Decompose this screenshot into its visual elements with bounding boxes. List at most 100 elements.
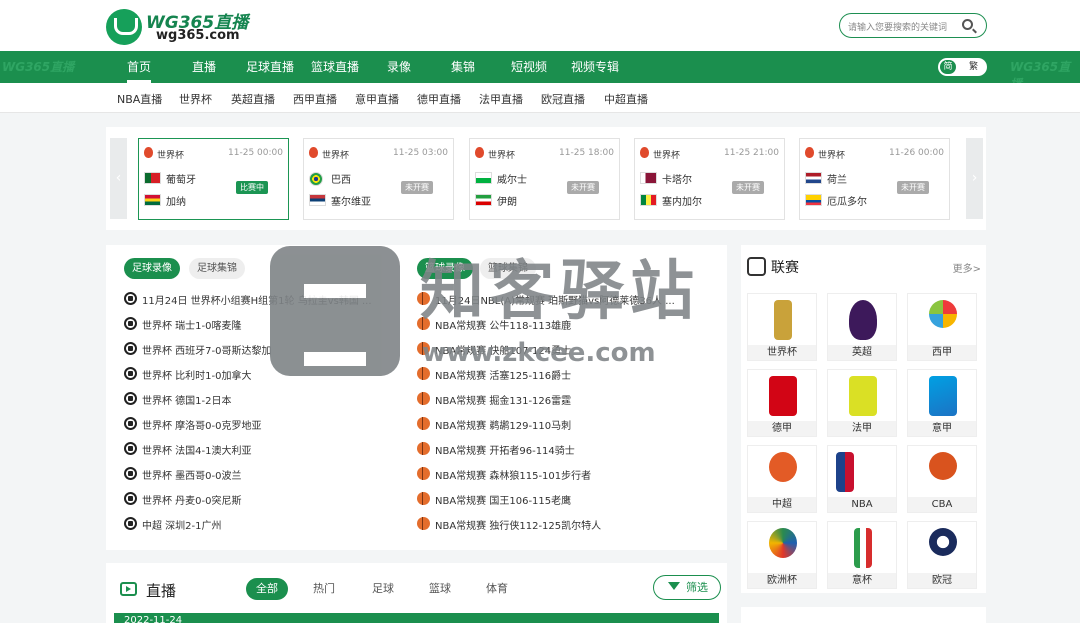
tab-hot[interactable]: 热门 [313,578,335,600]
tab-sports[interactable]: 体育 [486,578,508,600]
serbia-flag-icon [309,194,326,206]
league-cba[interactable]: CBA [907,445,977,513]
subnav-item[interactable]: 法甲直播 [479,91,523,107]
list-item[interactable]: 世界杯 德国1-2日本 [124,391,384,407]
wales-flag-icon [475,172,492,184]
csl-icon [769,452,797,482]
list-item[interactable]: 世界杯 法国4-1澳大利亚 [124,441,384,457]
tab-football-highlights[interactable]: 足球集锦 [189,258,245,279]
nav-home[interactable]: 首页 [127,51,152,83]
search-input[interactable]: 请输入您要搜索的关键词 [848,20,947,33]
league-laliga[interactable]: 西甲 [907,293,977,361]
tab-football[interactable]: 足球 [372,578,394,600]
football-icon [124,492,137,505]
away-team: 塞内加尔 [662,197,702,208]
subnav-item[interactable]: 德甲直播 [417,91,461,107]
match-league: 世界杯 [818,151,846,161]
list-item[interactable]: NBA常规赛 森林狼115-101步行者 [417,466,677,482]
match-card[interactable]: 世界杯 11-25 03:00 巴西 塞尔维亚 未开赛 [303,138,454,220]
league-coppa-italia[interactable]: 意杯 [827,521,897,589]
qatar-flag-icon [640,172,657,184]
match-league: 世界杯 [653,151,681,161]
match-card[interactable]: 世界杯 11-26 00:00 荷兰 厄瓜多尔 未开赛 [799,138,950,220]
home-team: 葡萄牙 [166,175,196,186]
search-box[interactable]: 请输入您要搜索的关键词 [839,13,987,38]
subnav-item[interactable]: 意甲直播 [355,91,399,107]
tab-football-replays[interactable]: 足球录像 [124,258,180,279]
lang-simplified[interactable]: 简 [940,60,956,74]
list-item[interactable]: NBA常规赛 活塞125-116爵士 [417,366,677,382]
match-carousel: ‹ › 世界杯 11-25 00:00 葡萄牙 加纳 比赛中 世界杯 11-25… [106,127,986,230]
ecuador-flag-icon [805,194,822,206]
filter-icon [668,582,680,590]
nav-highlights[interactable]: 集锦 [451,51,475,83]
list-item[interactable]: 世界杯 墨西哥0-0波兰 [124,466,384,482]
nba-icon [836,452,854,492]
subnav-item[interactable]: 世界杯 [179,91,212,107]
lang-traditional[interactable]: 繁 [969,60,978,74]
home-team: 荷兰 [827,175,847,186]
league-bundesliga[interactable]: 德甲 [747,369,817,437]
match-status-badge: 未开赛 [401,181,433,194]
nav-replays[interactable]: 录像 [387,51,411,83]
main-nav: WG365直播 WG365直播 首页 直播 足球直播 篮球直播 录像 集锦 短视… [0,51,1080,91]
iran-flag-icon [475,194,492,206]
league-world-cup[interactable]: 世界杯 [747,293,817,361]
list-item[interactable]: NBA常规赛 独行侠112-125凯尔特人 [417,516,677,532]
match-card[interactable]: 世界杯 11-25 18:00 威尔士 伊朗 未开赛 [469,138,620,220]
match-status-badge: 未开赛 [897,181,929,194]
subnav-item[interactable]: NBA直播 [117,91,162,107]
list-item[interactable]: NBA常规赛 开拓者96-114骑士 [417,441,677,457]
carousel-next-button[interactable]: › [966,138,983,219]
league-euro[interactable]: 欧洲杯 [747,521,817,589]
subnav-item[interactable]: 英超直播 [231,91,275,107]
trophy-icon [747,257,766,276]
basketball-icon [417,392,430,405]
nav-football-live[interactable]: 足球直播 [246,51,294,83]
site-logo[interactable]: WG365直播 wg365.com [106,6,266,46]
language-toggle[interactable]: 简 繁 [938,58,987,76]
football-icon [124,517,137,530]
football-icon [124,367,137,380]
list-item[interactable]: 世界杯 摩洛哥0-0克罗地亚 [124,416,384,432]
list-item[interactable]: NBA常规赛 鹈鹕129-110马刺 [417,416,677,432]
tab-basketball[interactable]: 篮球 [429,578,451,600]
more-link[interactable]: 更多> [953,260,981,275]
search-icon[interactable] [962,19,973,30]
match-status-badge: 未开赛 [567,181,599,194]
league-nba[interactable]: NBA [827,445,897,513]
match-card[interactable]: 世界杯 11-25 00:00 葡萄牙 加纳 比赛中 [138,138,289,220]
league-csl[interactable]: 中超 [747,445,817,513]
league-ligue1[interactable]: 法甲 [827,369,897,437]
list-item[interactable]: 中超 深圳2-1广州 [124,516,384,532]
league-ucl[interactable]: 欧冠 [907,521,977,589]
nav-short-videos[interactable]: 短视频 [511,51,547,83]
match-league: 世界杯 [322,151,350,161]
football-icon [124,417,137,430]
nav-basketball-live[interactable]: 篮球直播 [311,51,359,83]
league-serie-a[interactable]: 意甲 [907,369,977,437]
football-icon [124,317,137,330]
tab-all[interactable]: 全部 [246,578,288,600]
match-league: 世界杯 [488,151,516,161]
fire-icon [475,147,484,158]
match-card[interactable]: 世界杯 11-25 21:00 卡塔尔 塞内加尔 未开赛 [634,138,785,220]
football-icon [124,392,137,405]
filter-button[interactable]: 筛选 [653,575,721,600]
carousel-prev-button[interactable]: ‹ [110,138,127,219]
subnav-item[interactable]: 中超直播 [604,91,648,107]
nav-video-albums[interactable]: 视频专辑 [571,51,619,83]
ligue1-icon [849,376,877,416]
football-icon [124,342,137,355]
netherlands-flag-icon [805,172,822,184]
world-cup-trophy-icon [774,300,792,340]
league-epl[interactable]: 英超 [827,293,897,361]
subnav-item[interactable]: 欧冠直播 [541,91,585,107]
subnav-item[interactable]: 西甲直播 [293,91,337,107]
list-item[interactable]: NBA常规赛 掘金131-126雷霆 [417,391,677,407]
match-time: 11-25 03:00 [393,148,448,158]
match-time: 11-25 00:00 [228,148,283,158]
list-item[interactable]: NBA常规赛 国王106-115老鹰 [417,491,677,507]
nav-live[interactable]: 直播 [192,51,216,83]
list-item[interactable]: 世界杯 丹麦0-0突尼斯 [124,491,384,507]
